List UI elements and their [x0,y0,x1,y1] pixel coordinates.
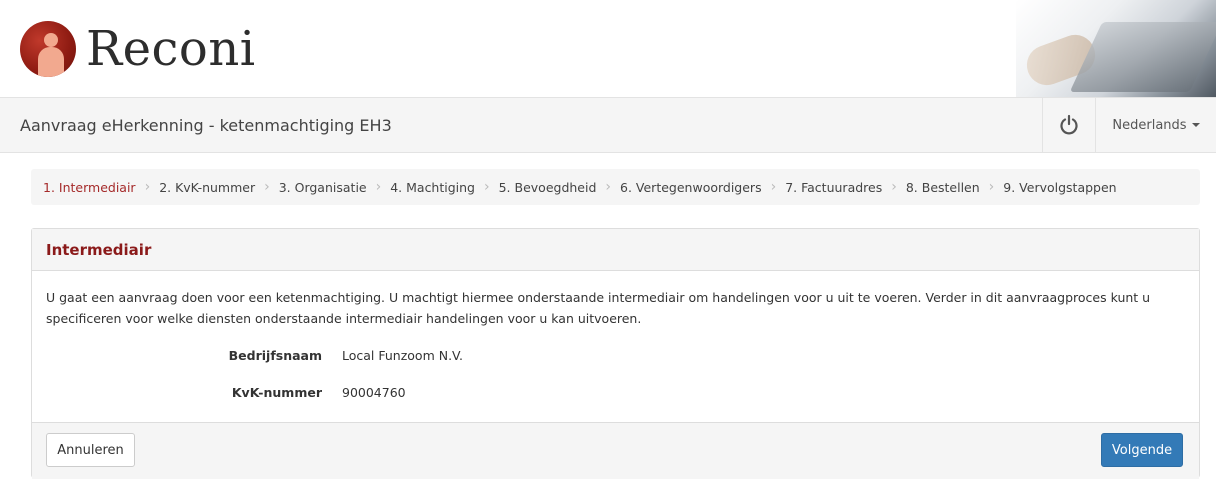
laptop-shape [1069,22,1216,92]
intermediair-panel: Intermediair U gaat een aanvraag doen vo… [31,228,1200,479]
panel-footer: Annuleren Volgende [32,422,1199,479]
caret-down-icon [1191,123,1200,127]
chevron-right-icon: › [988,179,995,195]
kvk-number-label: KvK-nummer [231,384,322,400]
logout-button[interactable] [1042,98,1095,152]
chevron-right-icon: › [605,179,612,195]
kvk-number-row: KvK-nummer 90004760 [46,382,1185,402]
step-3[interactable]: 3. Organisatie [279,180,367,195]
step-9[interactable]: 9. Vervolgstappen [1003,180,1116,195]
chevron-right-icon: › [484,179,490,195]
next-button[interactable]: Volgende [1101,433,1183,467]
company-name-row: Bedrijfsnaam Local Funzoom N.V. [46,345,1185,365]
panel-title: Intermediair [32,229,1199,271]
intro-text: U gaat een aanvraag doen voor een ketenm… [46,290,1151,326]
step-1[interactable]: 1. Intermediair [43,180,136,195]
step-4[interactable]: 4. Machtiging [390,180,475,195]
step-5[interactable]: 5. Bevoegdheid [499,180,597,195]
reconi-logo-icon [20,21,76,77]
kvk-number-value: 90004760 [342,384,406,400]
step-6[interactable]: 6. Vertegenwoordigers [620,180,762,195]
company-name-value: Local Funzoom N.V. [342,347,463,363]
language-dropdown[interactable]: Nederlands [1095,98,1216,152]
step-8[interactable]: 8. Bestellen [906,180,980,195]
page-title: Aanvraag eHerkenning - ketenmachtiging E… [20,115,392,135]
language-label: Nederlands [1112,117,1187,133]
title-bar: Aanvraag eHerkenning - ketenmachtiging E… [0,97,1216,153]
step-2[interactable]: 2. KvK-nummer [159,180,255,195]
company-name-label: Bedrijfsnaam [228,347,322,363]
chevron-right-icon: › [891,179,897,195]
chevron-right-icon: › [770,179,777,195]
chevron-right-icon: › [375,179,382,195]
chevron-right-icon: › [264,179,270,195]
steps-breadcrumb: 1. Intermediair › 2. KvK-nummer › 3. Organis… [31,169,1200,205]
header-photo [1016,0,1216,100]
cancel-button[interactable]: Annuleren [46,433,135,467]
step-7[interactable]: 7. Factuuradres [785,180,882,195]
brand-name: Reconi [86,21,256,77]
brand-logo[interactable]: Reconi [20,14,256,84]
power-icon [1060,114,1078,135]
chevron-right-icon: › [144,179,151,195]
panel-body: U gaat een aanvraag doen voor een ketenm… [32,271,1199,402]
